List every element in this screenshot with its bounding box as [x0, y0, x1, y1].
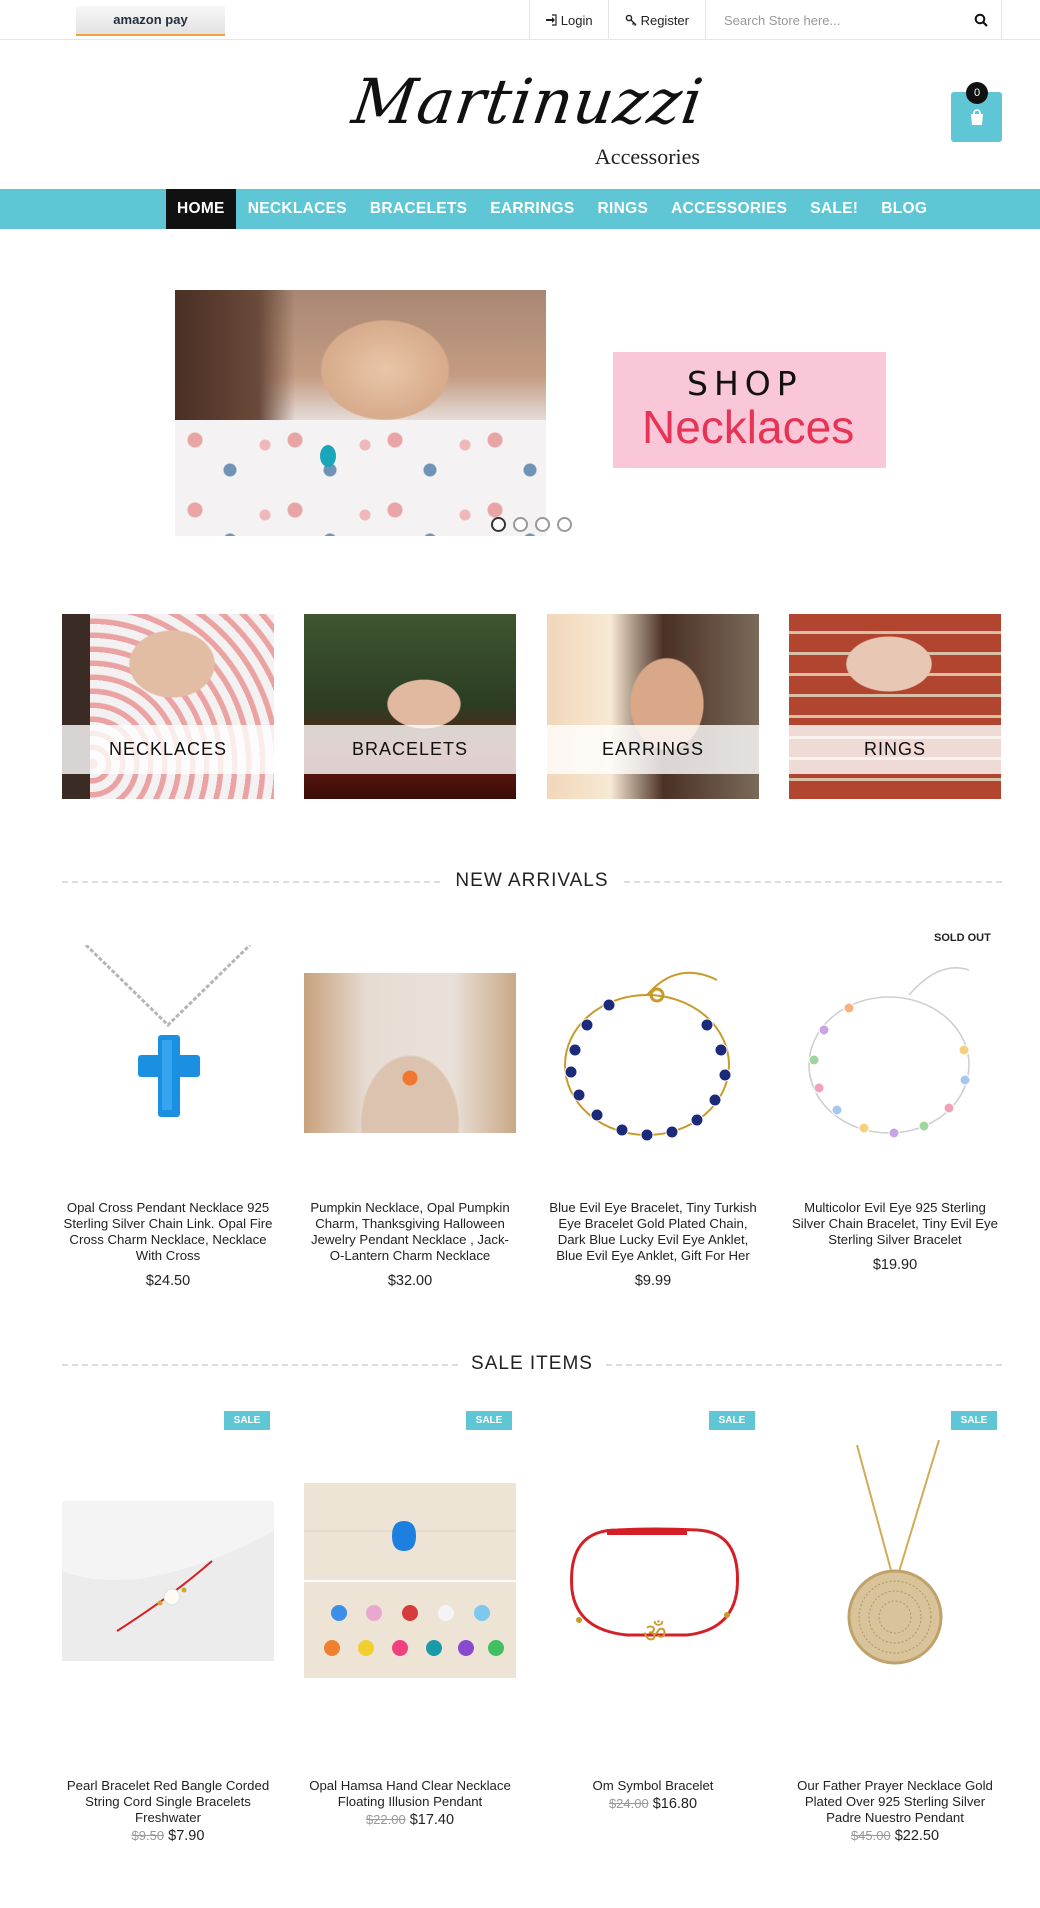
product-price: $19.90	[872, 1257, 918, 1273]
product-name[interactable]: Om Symbol Bracelet	[547, 1778, 759, 1794]
product-name[interactable]: Pumpkin Necklace, Opal Pumpkin Charm, Th…	[304, 1200, 516, 1264]
old-price: $9.50	[131, 1828, 165, 1843]
category-label: EARRINGS	[547, 725, 759, 774]
product-name[interactable]: Our Father Prayer Necklace Gold Plated O…	[789, 1778, 1001, 1826]
top-links: Login Register	[528, 0, 1002, 40]
category-label: BRACELETS	[304, 725, 516, 774]
category-label: NECKLACES	[62, 725, 274, 774]
product-price: $24.00 $16.80	[547, 1796, 759, 1812]
product-price: $32.00	[387, 1273, 433, 1289]
nav-item-sale[interactable]: SALE!	[799, 189, 869, 229]
slider-dots	[491, 517, 572, 532]
sale-price: $7.90	[168, 1828, 205, 1844]
product-name[interactable]: Opal Cross Pendant Necklace 925 Sterling…	[62, 1200, 274, 1264]
login-icon	[545, 14, 557, 26]
hero-slide-image[interactable]	[175, 290, 546, 536]
category-label: RINGS	[789, 725, 1001, 774]
product-name[interactable]: Multicolor Evil Eye 925 Sterling Silver …	[789, 1200, 1001, 1248]
sale-badge: SALE	[224, 1411, 270, 1430]
old-price: $24.00	[608, 1796, 649, 1811]
opal-cross-necklace-image	[84, 945, 252, 1117]
product-price: $9.99	[634, 1273, 672, 1289]
nav-item-bracelets[interactable]: BRACELETS	[359, 189, 478, 229]
slider-dot-4[interactable]	[557, 517, 572, 532]
category-tile-earrings[interactable]: EARRINGS	[547, 614, 759, 799]
old-price: $45.00	[850, 1828, 891, 1843]
logo-subtitle: Accessories	[594, 144, 700, 169]
site-logo[interactable]: Martinuzzi Accessories	[348, 60, 708, 170]
amazon-pay-button[interactable]: amazon pay	[76, 6, 225, 36]
sale-badge: SALE	[951, 1411, 997, 1430]
category-tile-necklaces[interactable]: NECKLACES	[62, 614, 274, 799]
product-price: $9.50 $7.90	[62, 1828, 274, 1844]
new-arrivals-heading: NEW ARRIVALS	[62, 869, 1002, 893]
search-box	[706, 0, 1002, 40]
multicolor-evil-eye-bracelet-image	[808, 966, 971, 1139]
product-name[interactable]: Opal Hamsa Hand Clear Necklace Floating …	[304, 1778, 516, 1810]
register-label: Register	[640, 12, 689, 28]
blue-evil-eye-bracelet-image	[564, 971, 732, 1142]
product-price: $24.50	[145, 1273, 191, 1289]
sale-badge: SALE	[466, 1411, 512, 1430]
opal-hamsa-necklace-image	[304, 1483, 516, 1678]
pearl-bracelet-image	[62, 1501, 274, 1661]
sale-items-heading: SALE ITEMS	[62, 1352, 1002, 1376]
shopping-bag-icon	[970, 108, 983, 125]
nav-item-rings[interactable]: RINGS	[587, 189, 660, 229]
om-bracelet-image: ॐ	[570, 1527, 739, 1649]
nav-item-earrings[interactable]: EARRINGS	[479, 189, 585, 229]
old-price: $22.00	[365, 1812, 406, 1827]
nav-item-blog[interactable]: BLOG	[870, 189, 938, 229]
login-link[interactable]: Login	[530, 0, 609, 40]
search-input[interactable]	[706, 0, 961, 40]
login-label: Login	[560, 12, 593, 28]
sale-badge: SALE	[709, 1411, 755, 1430]
sale-price: $22.50	[894, 1828, 940, 1844]
section-title: SALE ITEMS	[471, 1353, 593, 1374]
svg-text:ॐ: ॐ	[643, 1619, 667, 1649]
shop-necklaces-banner[interactable]: SHOP Necklaces	[613, 352, 886, 468]
logo-wordmark: Martinuzzi	[348, 65, 709, 138]
banner-category-text: Necklaces	[642, 401, 855, 453]
cart-count-badge: 0	[966, 82, 988, 104]
necklace-model-photo	[175, 290, 546, 536]
pendant-icon	[320, 445, 336, 467]
search-icon	[974, 13, 988, 27]
product-price: $22.00 $17.40	[304, 1812, 516, 1828]
sale-price: $16.80	[652, 1796, 698, 1812]
banner-shop-text: SHOP	[687, 364, 803, 403]
nav-item-accessories[interactable]: ACCESSORIES	[660, 189, 798, 229]
section-title: NEW ARRIVALS	[455, 870, 609, 891]
slider-dot-1[interactable]	[491, 517, 506, 532]
sale-price: $17.40	[409, 1812, 455, 1828]
main-nav: HOME NECKLACES BRACELETS EARRINGS RINGS …	[0, 189, 1040, 229]
register-link[interactable]: Register	[609, 0, 706, 40]
product-name[interactable]: Blue Evil Eye Bracelet, Tiny Turkish Eye…	[547, 1200, 759, 1264]
slider-dot-2[interactable]	[513, 517, 528, 532]
nav-item-necklaces[interactable]: NECKLACES	[237, 189, 358, 229]
search-button[interactable]	[961, 0, 1001, 40]
sold-out-badge: SOLD OUT	[934, 932, 991, 944]
category-tile-bracelets[interactable]: BRACELETS	[304, 614, 516, 799]
key-icon	[625, 14, 637, 26]
top-bar: amazon pay Login Register	[0, 0, 1040, 40]
product-price: $45.00 $22.50	[789, 1828, 1001, 1844]
slider-dot-3[interactable]	[535, 517, 550, 532]
product-name[interactable]: Pearl Bracelet Red Bangle Corded String …	[62, 1778, 274, 1826]
nav-item-home[interactable]: HOME	[166, 189, 236, 229]
prayer-necklace-image	[847, 1439, 943, 1665]
category-tile-rings[interactable]: RINGS	[789, 614, 1001, 799]
pumpkin-necklace-image	[304, 973, 516, 1133]
